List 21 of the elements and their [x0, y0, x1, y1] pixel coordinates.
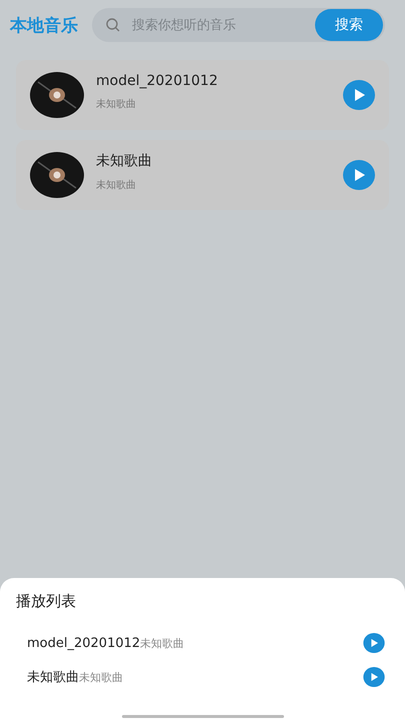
song-title: 未知歌曲 — [96, 152, 153, 170]
song-title[interactable]: 未知歌曲 — [27, 668, 79, 686]
song-artist: 未知歌曲 — [79, 670, 123, 684]
vinyl-record-icon — [30, 152, 84, 198]
vinyl-record-icon — [30, 72, 84, 118]
sheet-title: 播放列表 — [16, 592, 77, 611]
play-icon[interactable] — [363, 667, 385, 687]
search-button[interactable]: 搜索 — [315, 9, 383, 41]
song-artist: 未知歌曲 — [140, 636, 184, 650]
song-title[interactable]: model_20201012 — [27, 636, 140, 650]
play-icon[interactable] — [343, 160, 375, 190]
song-title: model_20201012 — [96, 73, 219, 89]
page-title: 本地音乐 — [10, 14, 78, 36]
song-artist: 未知歌曲 — [96, 98, 137, 111]
song-card[interactable]: model_20201012 未知歌曲 — [16, 60, 389, 130]
play-icon[interactable] — [343, 80, 375, 110]
song-card[interactable]: 未知歌曲 未知歌曲 — [16, 140, 389, 210]
play-icon[interactable] — [363, 633, 385, 653]
search-field[interactable]: 搜索你想听的音乐 搜索 — [92, 8, 385, 42]
search-icon — [106, 18, 120, 32]
song-artist: 未知歌曲 — [96, 178, 137, 192]
